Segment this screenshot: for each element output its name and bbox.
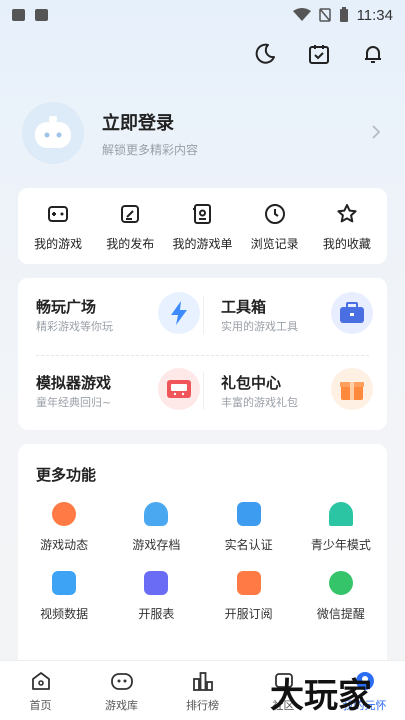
no-sim-icon [318, 8, 331, 22]
divider [203, 372, 204, 410]
login-subtitle: 解锁更多精彩内容 [102, 142, 199, 157]
tab-home[interactable]: 首页 [6, 669, 76, 713]
real-name-verify-button[interactable]: 实名认证 [203, 502, 295, 553]
feature-label: 微信提醒 [316, 607, 365, 621]
tab-game-library[interactable]: 游戏库 [87, 669, 157, 713]
emulator-icon [158, 368, 200, 410]
wechat-reminder-button[interactable]: 微信提醒 [295, 571, 387, 622]
login-entry[interactable]: 立即登录 解锁更多精彩内容 [22, 100, 387, 166]
avatar[interactable] [22, 102, 84, 164]
play-square-entry[interactable]: 畅玩广场 精彩游戏等你玩 [36, 278, 206, 338]
wifi-icon [292, 8, 311, 21]
image-notification-icon [12, 9, 25, 21]
edit-icon [117, 201, 143, 227]
feature-title: 模拟器游戏 [36, 374, 112, 392]
feature-title: 礼包中心 [221, 374, 282, 392]
star-icon [334, 201, 360, 227]
text-notification-icon [35, 9, 48, 21]
my-game-lists-button[interactable]: 我的游戏单 [167, 201, 237, 252]
robot-avatar-icon [35, 116, 71, 148]
section-title: 更多功能 [36, 466, 97, 484]
chevron-right-icon [371, 123, 387, 144]
feature-label: 开服表 [138, 607, 175, 621]
feature-label: 游戏存档 [132, 538, 181, 552]
game-list-icon [189, 201, 215, 227]
gift-icon [331, 368, 373, 410]
feature-subtitle: 丰富的游戏礼包 [221, 396, 298, 409]
feature-title: 畅玩广场 [36, 298, 97, 316]
home-icon [29, 669, 53, 693]
gift-center-entry[interactable]: 礼包中心 丰富的游戏礼包 [221, 354, 373, 414]
game-save-button[interactable]: 游戏存档 [110, 502, 202, 553]
cloud-upload-icon [144, 502, 169, 526]
feature-subtitle: 实用的游戏工具 [221, 320, 298, 333]
toolbox-icon [331, 292, 373, 334]
feature-label: 开服订阅 [224, 607, 273, 621]
schedule-icon [144, 571, 169, 595]
tab-label: 游戏库 [105, 698, 138, 712]
umbrella-icon [328, 502, 353, 526]
status-bar: 11:34 [0, 0, 405, 30]
game-news-icon [52, 502, 77, 526]
quick-label: 我的发布 [106, 236, 155, 251]
quick-label: 我的收藏 [322, 236, 371, 251]
feature-label: 实名认证 [224, 538, 273, 552]
tab-label: 首页 [29, 698, 52, 712]
clock-icon [262, 201, 288, 227]
feature-label: 视频数据 [40, 607, 89, 621]
video-data-button[interactable]: 视频数据 [18, 571, 110, 622]
feature-title: 工具箱 [221, 298, 267, 316]
watermark-logo: 大玩家 [270, 676, 372, 716]
notification-bell-icon[interactable] [359, 40, 387, 68]
more-features-card: 更多功能 游戏动态 游戏存档 实名认证 青少年模式 视频数据 开服表 开服订阅 [18, 444, 387, 674]
calendar-icon [236, 571, 261, 595]
server-subscribe-button[interactable]: 开服订阅 [203, 571, 295, 622]
server-schedule-button[interactable]: 开服表 [110, 571, 202, 622]
divider [203, 296, 204, 334]
game-news-button[interactable]: 游戏动态 [18, 502, 110, 553]
feature-subtitle: 精彩游戏等你玩 [36, 320, 113, 333]
teen-mode-button[interactable]: 青少年模式 [295, 502, 387, 553]
tab-label: 排行榜 [186, 698, 219, 712]
tab-ranking[interactable]: 排行榜 [168, 669, 238, 713]
quick-label: 浏览记录 [250, 236, 299, 251]
emulator-games-entry[interactable]: 模拟器游戏 童年经典回归~ [36, 354, 206, 414]
gamepad-icon [45, 201, 71, 227]
wechat-icon [328, 571, 353, 595]
chart-icon [52, 571, 77, 595]
quick-label: 我的游戏 [34, 236, 83, 251]
lightning-icon [158, 292, 200, 334]
night-mode-icon[interactable] [251, 40, 279, 68]
ranking-icon [191, 669, 215, 693]
id-card-icon [236, 502, 261, 526]
feature-label: 青少年模式 [310, 538, 371, 552]
checkin-calendar-icon[interactable] [305, 40, 333, 68]
toolbox-entry[interactable]: 工具箱 实用的游戏工具 [221, 278, 373, 338]
status-time: 11:34 [356, 6, 393, 24]
feature-subtitle: 童年经典回归~ [36, 396, 112, 409]
feature-label: 游戏动态 [40, 538, 89, 552]
my-games-button[interactable]: 我的游戏 [23, 201, 93, 252]
feature-card: 畅玩广场 精彩游戏等你玩 工具箱 实用的游戏工具 模拟器游戏 童年经典回归~ 礼… [18, 278, 387, 430]
battery-icon [339, 7, 348, 22]
quick-label: 我的游戏单 [172, 236, 233, 251]
quick-actions: 我的游戏 我的发布 我的游戏单 浏览记录 我的收藏 [18, 188, 387, 264]
history-button[interactable]: 浏览记录 [240, 201, 310, 252]
favorites-button[interactable]: 我的收藏 [312, 201, 382, 252]
login-title[interactable]: 立即登录 [102, 109, 371, 135]
my-posts-button[interactable]: 我的发布 [95, 201, 165, 252]
game-library-icon [110, 669, 134, 693]
